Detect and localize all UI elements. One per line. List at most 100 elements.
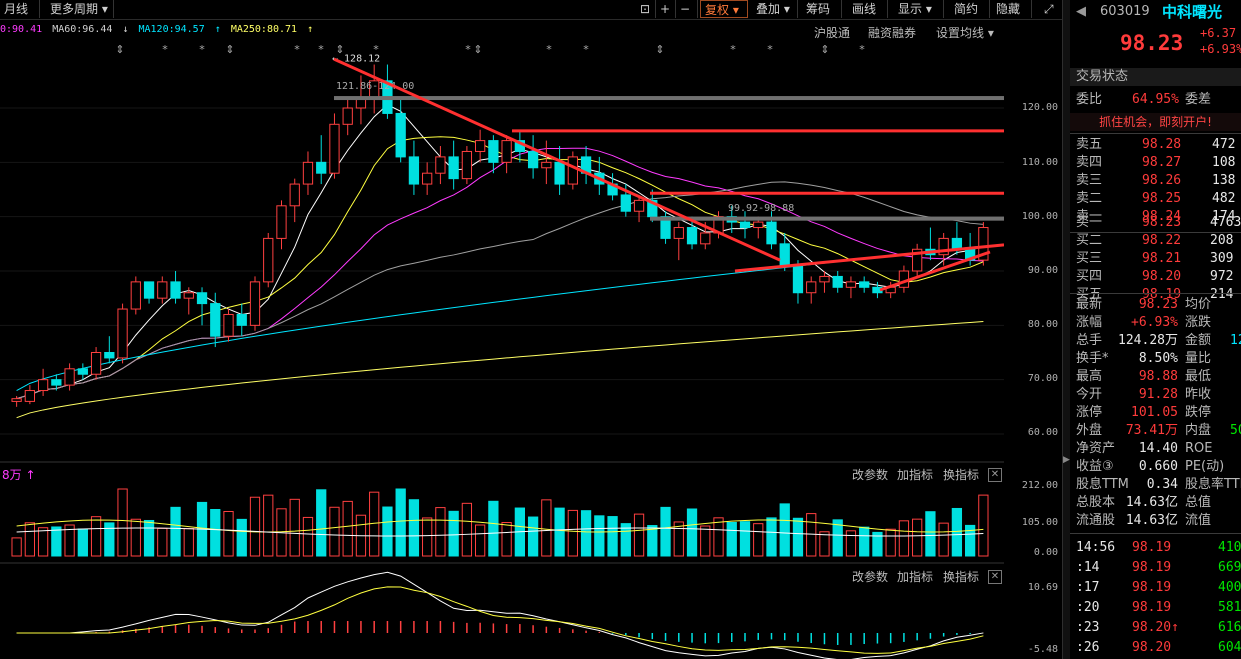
candle-body [329,123,340,174]
ask-price: 98.25 [1142,191,1182,206]
bid-row: 买三 98.21 309 [1070,250,1241,268]
candle-body [766,221,777,245]
collapse-handle-icon[interactable]: ▶ [1063,455,1070,465]
tick-time: :20 [1076,600,1100,615]
candle-body [24,390,36,402]
candle-body [633,199,645,212]
stock-code: 603019 [1100,4,1150,19]
candle-body [461,150,473,180]
volume-bar [607,516,618,557]
vol-param-button[interactable]: 改参数 [852,466,888,483]
ma250-line [16,321,984,419]
macd-add-indicator-button[interactable]: 加指标 [897,568,933,585]
stat-value: 8.50% [1138,351,1178,366]
volume-bar [475,524,486,557]
close-icon[interactable]: ✕ [988,570,1002,584]
open-account-banner[interactable]: 抓住机会，即刻开户! [1070,113,1241,131]
event-marker: ⇕ [473,43,482,56]
stat-label-2: 昨收 [1185,387,1212,402]
event-marker: * [546,43,552,56]
tick-volume: 400 [1218,580,1241,595]
close-icon[interactable]: ✕ [988,468,1002,482]
volume-bar [594,515,605,557]
candle-body [554,161,565,185]
candle-body [223,313,234,337]
stat-label-2: 流值 [1185,513,1212,528]
stat-label-2: 跌停 [1185,405,1212,420]
tick-price: 98.19 [1132,560,1172,575]
candle-body [700,232,711,245]
weibi-row: 委比 64.95% 委差 [1070,91,1241,109]
candle-body [806,281,817,294]
vol-add-indicator-button[interactable]: 加指标 [897,466,933,483]
stat-value: 14.63亿 [1125,495,1178,510]
band-label: 99.92-98.88 [728,203,794,214]
candle-body [51,379,62,386]
candle-body [422,172,433,185]
candle-body [488,140,499,163]
bid-volume: 208 [1210,233,1234,248]
volume-bar [143,519,155,557]
candle-body [157,281,168,299]
volume-bar [978,494,989,557]
stat-label-2: 股息率TTM [1185,477,1241,492]
event-marker: * [859,43,865,56]
candle-body [832,275,843,288]
ask-price: 98.26 [1142,173,1182,188]
volume-bar [37,527,49,557]
macd-switch-indicator-button[interactable]: 换指标 [943,568,979,585]
volume-bar [130,518,141,557]
trade-status-label: 交易状态 [1076,69,1129,84]
back-arrow-icon[interactable]: ◀ [1076,3,1086,21]
divider [1070,533,1241,534]
volume-bar [912,518,923,557]
volume-bar [77,528,88,557]
stat-row: 今开 91.28 昨收 [1070,386,1241,404]
candle-body [527,150,539,169]
kline-chart[interactable]: ⇕ * * ⇕ * * ⇕ * * ⇕ * * ⇕ * * ⇕ * 121.86-124.0099.92-98.… [0,0,1004,659]
bid-label: 买二 [1076,233,1103,248]
volume-bar [448,510,459,557]
volume-bar [382,506,393,557]
stat-label: 涨幅 [1076,315,1103,330]
volume-bar [289,498,300,557]
stat-row: 涨幅 +6.93% 涨跌 [1070,314,1241,332]
vol-switch-indicator-button[interactable]: 换指标 [943,466,979,483]
divider [1070,293,1241,294]
stat-label: 最新 [1076,297,1103,312]
candle-body [316,161,327,174]
stat-row: 换手* 8.50% 量比 [1070,350,1241,368]
trade-status: 交易状态 [1070,68,1241,86]
candle-body [236,313,247,326]
candle-body [739,221,751,229]
candle-body [541,161,552,169]
volume-bar [51,526,62,557]
stat-label: 收益③ [1076,459,1114,474]
candle-body [686,227,698,245]
bid-volume: 309 [1210,251,1234,266]
event-marker: * [199,43,205,56]
candle-body [183,292,194,299]
volume-bar [938,522,949,557]
candle-body [104,352,115,359]
candle-body [196,292,208,305]
volume-bar [726,521,737,557]
candle-body [819,275,830,283]
ma120-line [16,245,984,391]
candle-body [11,398,22,402]
tick-time: :26 [1076,640,1100,655]
volume-bar [753,523,764,557]
ask-volume: 138 [1212,173,1236,188]
stat-value: 0.660 [1138,459,1178,474]
volume-bar [766,517,777,557]
volume-bar [779,503,790,557]
stat-extra: 50 [1070,422,1241,440]
event-marker: ⇕ [820,43,829,56]
volume-label: 8万 ↑ [2,468,36,482]
volume-bar [580,510,592,557]
macd-param-button[interactable]: 改参数 [852,568,888,585]
bid-row: 买四 98.20 972 [1070,268,1241,286]
stat-row: 股息TTM 0.34 股息率TTM [1070,476,1241,494]
stat-label-2: 量比 [1185,351,1212,366]
volume-bar [739,521,751,557]
